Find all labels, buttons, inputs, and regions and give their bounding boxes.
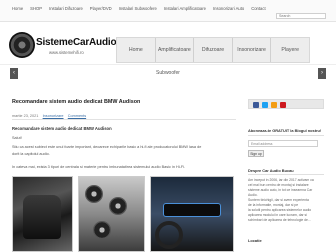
article-meta: martie 23, 2021 Insonorizare Comments [12,114,86,118]
search-input[interactable]: Search [276,13,326,19]
article-comments-link[interactable]: Comments [68,114,86,118]
article-date: martie 23, 2021 [12,114,39,118]
top-nav-link-home[interactable]: Home [12,6,23,11]
youtube-icon[interactable] [280,102,286,108]
top-nav-link-insonorizari-auto[interactable]: Insonorizari Auto [213,6,244,11]
speakers-photo[interactable] [78,176,145,252]
signup-button[interactable]: Sign up [248,150,264,157]
email-field[interactable]: Email address [248,140,318,147]
slider-caption[interactable]: Subwoofer [0,70,336,76]
about-text-line: sisteme audio auto, in tot ce inseamna C… [248,188,313,192]
dashboard-photo[interactable] [150,176,234,252]
site-url: www.sistemehifi.ro [49,50,84,55]
subscribe-heading: Aboneaza-te GRATUIT la Blogul nostru! [248,128,322,133]
about-text-line: Am inceput in 2006, iar din 2017 activam… [248,178,314,182]
twitter-icon[interactable] [262,102,268,108]
main-nav-playere[interactable]: Playere [271,38,309,62]
car-seat-shape [23,195,61,239]
rss-icon[interactable] [271,102,277,108]
about-text-line: de la informatie, montaj, dar si pe [248,203,299,207]
article-paragraph-3: In cateva mai, exista 3 tipuri de centra… [12,165,186,169]
speaker-shape [85,185,103,203]
article-divider [12,119,236,120]
top-nav-link-shop[interactable]: SHOP [30,6,42,11]
slider-next-arrow-icon[interactable]: › [318,68,326,79]
social-icons-bar [248,99,324,109]
top-nav-link-instalari-difuzoare[interactable]: Instalari Difuzoare [49,6,83,11]
top-nav-link-instalari-subwoofere[interactable]: Instalari Subwoofere [119,6,157,11]
top-nav-link-player-dvd[interactable]: Player/DVD [90,6,112,11]
featured-slider: ‹ Subwoofer › [0,64,336,82]
top-nav-links: Home SHOP Instalari Difuzoare Player/DVD… [12,6,273,11]
main-nav-insonorizare[interactable]: Insonorizare [233,38,272,62]
site-logo-text[interactable]: SistemeCarAudio [36,37,117,48]
about-text-line: aplicarea modului in care lucram, dar si [248,213,307,217]
about-text-line: la solutii pentru aplicarea sistemelor a… [248,208,312,212]
about-text-line: Audio. [248,193,258,197]
car-seat-photo[interactable] [12,176,73,252]
about-text-line: Suntem tinichigii, dar si avem experient… [248,198,309,202]
about-heading: Despre Car Audio Bucau [248,168,294,173]
article-paragraph-1: Salut! [12,136,22,140]
article-category-link[interactable]: Insonorizare [43,114,64,118]
about-text-line: cel mai bun centru de montaj si instalar… [248,183,309,187]
top-navigation-bar: Home SHOP Instalari Difuzoare Player/DVD… [0,0,336,22]
facebook-icon[interactable] [253,102,259,108]
speaker-logo-icon [9,32,35,58]
sidebar-divider [248,174,324,175]
article-paragraph-2b: dorit la capitolul audio. [12,152,50,156]
article-paragraph-2: Stiu ca acest subiect este unul foarte i… [12,145,202,149]
dashboard-display-shape [163,203,221,217]
article-heading: Recomandare sistem audio dedicat BMW Aud… [12,126,112,131]
top-nav-link-contact[interactable]: Contact [251,6,265,11]
speaker-shape [109,197,127,215]
main-navigation: Home Amplificatoare Difuzoare Insonoriza… [116,37,310,63]
about-text-line: schimbari de aplicarea de tehnologie de.… [248,218,311,222]
top-nav-link-instalari-amplificatoare[interactable]: Instalari Amplificatoare [164,6,206,11]
main-nav-difuzoare[interactable]: Difuzoare [194,38,233,62]
main-nav-amplificatoare[interactable]: Amplificatoare [156,38,195,62]
steering-wheel-shape [155,221,183,249]
article-title[interactable]: Recomandare sistem audio dedicat BMW Aud… [12,99,140,105]
main-nav-home[interactable]: Home [117,38,156,62]
sidebar-divider [248,135,324,136]
speaker-shape [93,221,111,239]
location-heading: Locatie [248,238,262,243]
